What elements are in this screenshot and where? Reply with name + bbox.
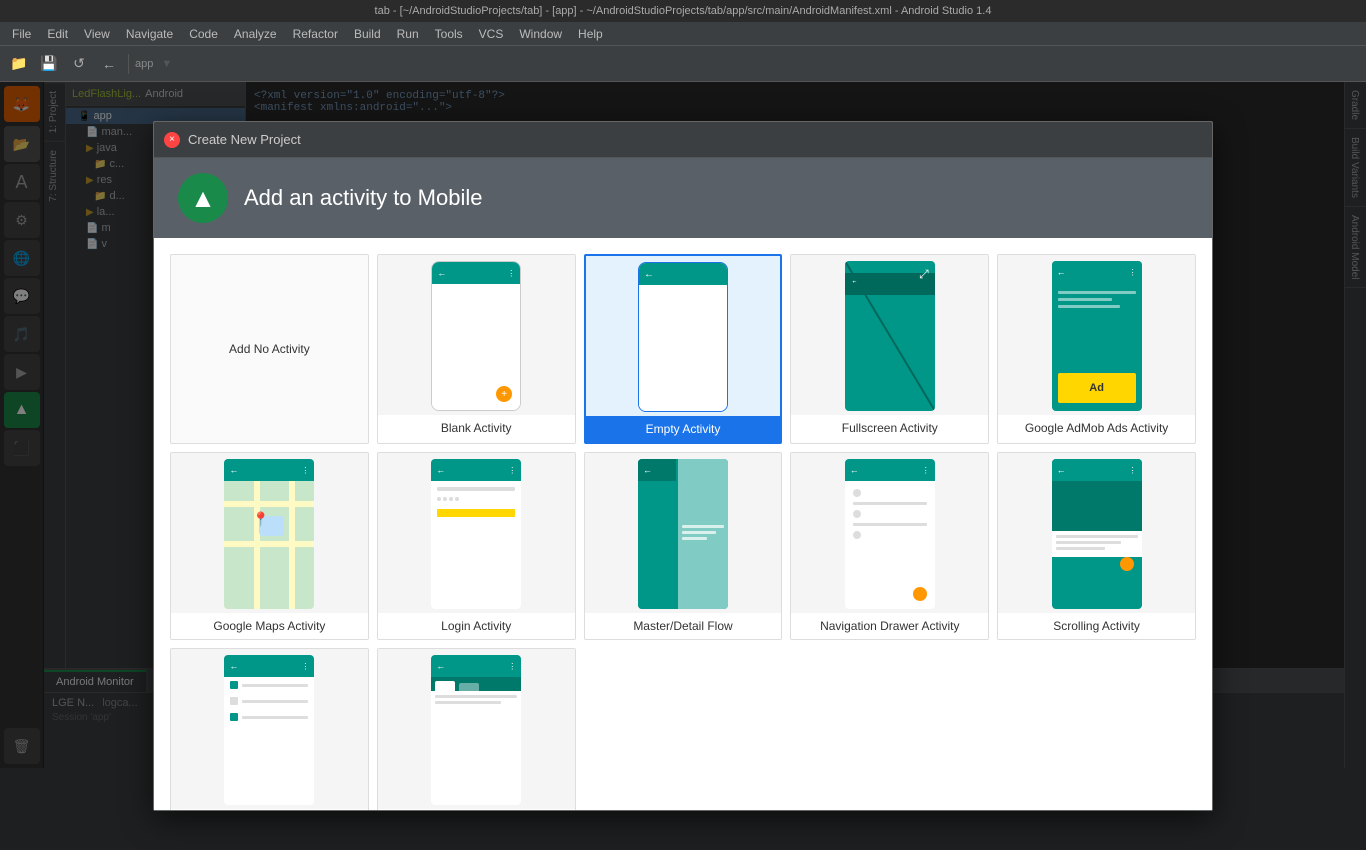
card-tabbed-label: Tabbed Activity xyxy=(378,809,575,810)
card-master-detail[interactable]: ← Master/Detail Flow xyxy=(584,452,783,640)
dialog-heading-text: Add an activity to Mobile xyxy=(244,185,482,211)
card-fullscreen-preview: ← ⤢ xyxy=(791,255,988,415)
menu-edit[interactable]: Edit xyxy=(39,25,76,43)
menu-window[interactable]: Window xyxy=(511,25,570,43)
toolbar-back-btn[interactable]: ← xyxy=(96,51,122,77)
dialog-close-button[interactable]: × xyxy=(164,132,180,148)
title-text: tab - [~/AndroidStudioProjects/tab] - [a… xyxy=(375,5,992,17)
menu-help[interactable]: Help xyxy=(570,25,611,43)
card-login-preview: ← ⋮ xyxy=(378,453,575,613)
menu-navigate[interactable]: Navigate xyxy=(118,25,181,43)
card-scrolling-label: Scrolling Activity xyxy=(998,613,1195,639)
menu-vcs[interactable]: VCS xyxy=(471,25,512,43)
card-nav-preview: ← ⋮ xyxy=(791,453,988,613)
dialog-header: ▲ Add an activity to Mobile xyxy=(154,158,1212,238)
card-admob-preview: ← ⋮ Ad xyxy=(998,255,1195,415)
dialog-body: Add No Activity ← ⋮ + xyxy=(154,238,1212,810)
menu-tools[interactable]: Tools xyxy=(427,25,471,43)
card-master-preview: ← xyxy=(585,453,782,613)
card-add-no-activity[interactable]: Add No Activity xyxy=(170,254,369,444)
activity-grid: Add No Activity ← ⋮ + xyxy=(166,250,1200,810)
modal-overlay: × Create New Project ▲ Add an activity t… xyxy=(0,82,1366,850)
toolbar-refresh-btn[interactable]: ↺ xyxy=(66,51,92,77)
menu-file[interactable]: File xyxy=(4,25,39,43)
card-scrolling-preview: ← ⋮ xyxy=(998,453,1195,613)
android-logo-icon: ▲ xyxy=(178,173,228,223)
toolbar: 📁 💾 ↺ ← app ▼ xyxy=(0,46,1366,82)
card-blank-activity[interactable]: ← ⋮ + Blank Activity xyxy=(377,254,576,444)
title-bar: tab - [~/AndroidStudioProjects/tab] - [a… xyxy=(0,0,1366,22)
card-maps-label: Google Maps Activity xyxy=(171,613,368,639)
menu-run[interactable]: Run xyxy=(389,25,427,43)
card-master-label: Master/Detail Flow xyxy=(585,613,782,639)
card-blank-preview: ← ⋮ + xyxy=(378,255,575,415)
card-admob-activity[interactable]: ← ⋮ Ad Google AdMo xyxy=(997,254,1196,444)
menu-analyze[interactable]: Analyze xyxy=(226,25,285,43)
dialog-titlebar: × Create New Project xyxy=(154,122,1212,158)
card-nav-drawer[interactable]: ← ⋮ xyxy=(790,452,989,640)
card-maps-preview: ← ⋮ 📍 xyxy=(171,453,368,613)
menu-code[interactable]: Code xyxy=(181,25,226,43)
card-add-no-activity-label: Add No Activity xyxy=(223,336,316,362)
card-empty-preview: ← xyxy=(586,256,781,416)
card-login-label: Login Activity xyxy=(378,613,575,639)
menu-view[interactable]: View xyxy=(76,25,118,43)
card-fullscreen-label: Fullscreen Activity xyxy=(791,415,988,441)
dialog-title-text: Create New Project xyxy=(188,132,301,147)
dialog-create-project: × Create New Project ▲ Add an activity t… xyxy=(153,121,1213,811)
card-empty-activity[interactable]: ← Empty Activity xyxy=(584,254,783,444)
toolbar-save-btn[interactable]: 💾 xyxy=(36,51,62,77)
card-nav-label: Navigation Drawer Activity xyxy=(791,613,988,639)
toolbar-folder-btn[interactable]: 📁 xyxy=(6,51,32,77)
card-settings-activity[interactable]: ← ⋮ xyxy=(170,648,369,810)
card-empty-label: Empty Activity xyxy=(586,416,781,442)
menu-bar: File Edit View Navigate Code Analyze Ref… xyxy=(0,22,1366,46)
card-admob-label: Google AdMob Ads Activity xyxy=(998,415,1195,441)
card-tabbed-activity[interactable]: ← ⋮ xyxy=(377,648,576,810)
menu-build[interactable]: Build xyxy=(346,25,389,43)
menu-refactor[interactable]: Refactor xyxy=(285,25,346,43)
card-scrolling-activity[interactable]: ← ⋮ xyxy=(997,452,1196,640)
card-blank-label: Blank Activity xyxy=(378,415,575,441)
card-maps-activity[interactable]: ← ⋮ 📍 xyxy=(170,452,369,640)
card-settings-preview: ← ⋮ xyxy=(171,649,368,809)
admob-ad-label: Ad xyxy=(1058,373,1136,403)
card-settings-label: Settings Activity xyxy=(171,809,368,810)
card-fullscreen-activity[interactable]: ← ⤢ Fullscreen Activity xyxy=(790,254,989,444)
card-login-activity[interactable]: ← ⋮ xyxy=(377,452,576,640)
card-tabbed-preview: ← ⋮ xyxy=(378,649,575,809)
